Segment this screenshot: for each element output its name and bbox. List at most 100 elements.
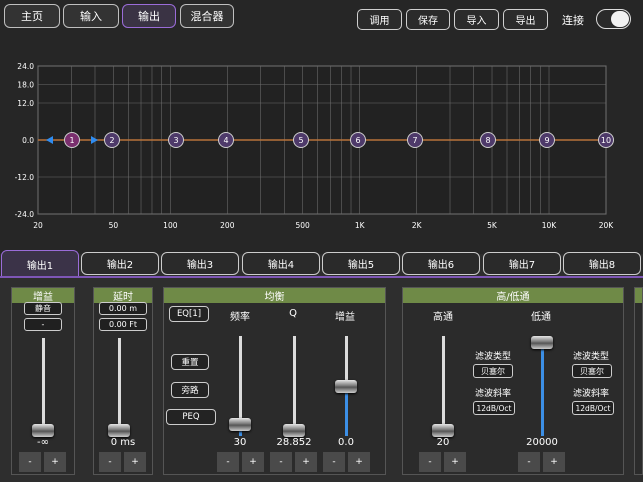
eq-graph[interactable]: 24.0 18.0 12.0 0.0 -12.0 -24.0 20 50 100 200 500 1K… xyxy=(0,36,643,254)
output-tab-8[interactable]: 输出8 xyxy=(563,252,641,275)
x-tick-label: 500 xyxy=(296,221,311,230)
band-marker-label: 9 xyxy=(544,136,549,145)
q-minus-button[interactable]: - xyxy=(270,452,292,472)
eq-panel: 均衡 EQ[1] 频率 Q 增益 重置 旁路 PEQ 30 - + 28.852… xyxy=(163,287,386,475)
gain-slider-track[interactable] xyxy=(42,338,45,436)
hp-filter-slope-label: 滤波斜率 xyxy=(474,389,511,399)
output-tab-4[interactable]: 输出4 xyxy=(242,252,320,275)
band-marker-label: 10 xyxy=(601,136,611,145)
eq-curve-plot[interactable]: 24.0 18.0 12.0 0.0 -12.0 -24.0 20 50 100 200 500 1K… xyxy=(0,36,643,254)
gain-value: -∞ xyxy=(37,437,49,448)
lowpass-plus-button[interactable]: + xyxy=(543,452,565,472)
q-slider-thumb[interactable] xyxy=(283,424,305,437)
connection-label: 连接 xyxy=(562,14,584,27)
eq-gain-label: 增益 xyxy=(335,312,355,323)
x-tick-label: 5K xyxy=(487,221,498,230)
gain-slider-thumb[interactable] xyxy=(32,424,54,437)
highpass-slider-track[interactable] xyxy=(442,336,445,436)
delay-meters[interactable]: 0.00 m xyxy=(99,302,147,315)
delay-feet[interactable]: 0.00 Ft xyxy=(99,318,147,331)
output-tab-3[interactable]: 输出3 xyxy=(161,252,239,275)
delay-slider-track[interactable] xyxy=(118,338,121,436)
eq-gain-slider-thumb[interactable] xyxy=(335,380,357,393)
delay-plus-button[interactable]: + xyxy=(124,452,146,472)
save-button[interactable]: 保存 xyxy=(406,9,450,30)
y-tick-label: 12.0 xyxy=(17,99,34,108)
band-marker-label: 4 xyxy=(223,136,228,145)
hp-filter-type-label: 滤波类型 xyxy=(474,352,511,362)
y-tick-label: 0.0 xyxy=(22,136,34,145)
delay-title: 延时 xyxy=(94,288,152,303)
x-tick-label: 2K xyxy=(412,221,423,230)
x-tick-label: 10K xyxy=(542,221,558,230)
delay-slider-thumb[interactable] xyxy=(108,424,130,437)
eq-gain-value: 0.0 xyxy=(338,437,354,448)
freq-plus-button[interactable]: + xyxy=(242,452,264,472)
nav-tab-home[interactable]: 主页 xyxy=(4,4,60,28)
y-tick-label: -12.0 xyxy=(15,173,35,182)
eq-gain-plus-button[interactable]: + xyxy=(348,452,370,472)
filter-panel: 高/低通 高通 低通 20 - + 滤波类型 贝塞尔 滤波斜率 12dB/Oct… xyxy=(402,287,624,475)
eq-gain-slider-fill xyxy=(345,386,348,436)
output-tab-6[interactable]: 输出6 xyxy=(402,252,480,275)
reset-button[interactable]: 重置 xyxy=(171,354,209,370)
filter-title: 高/低通 xyxy=(403,288,623,303)
highpass-value: 20 xyxy=(436,437,450,448)
x-tick-label: 100 xyxy=(163,221,178,230)
export-button[interactable]: 导出 xyxy=(503,9,548,30)
band-marker-label: 6 xyxy=(355,136,360,145)
y-tick-label: 24.0 xyxy=(17,62,34,71)
nav-tab-output[interactable]: 输出 xyxy=(122,4,176,28)
delay-minus-button[interactable]: - xyxy=(99,452,121,472)
lowpass-minus-button[interactable]: - xyxy=(518,452,540,472)
next-panel-partial xyxy=(634,287,643,475)
lowpass-label: 低通 xyxy=(531,312,551,323)
delay-panel: 延时 0.00 m 0.00 Ft 0 ms - + xyxy=(93,287,153,475)
q-plus-button[interactable]: + xyxy=(295,452,317,472)
phase-button[interactable]: - xyxy=(24,318,62,331)
x-tick-label: 20K xyxy=(599,221,615,230)
gain-title: 增益 xyxy=(12,288,74,303)
import-button[interactable]: 导入 xyxy=(454,9,499,30)
output-tab-5[interactable]: 输出5 xyxy=(322,252,400,275)
eq-gain-minus-button[interactable]: - xyxy=(323,452,345,472)
highpass-minus-button[interactable]: - xyxy=(419,452,441,472)
nav-tab-mixer[interactable]: 混合器 xyxy=(180,4,234,28)
freq-minus-button[interactable]: - xyxy=(217,452,239,472)
output-tabs: 输出1 输出2 输出3 输出4 输出5 输出6 输出7 输出8 xyxy=(0,250,643,278)
output-tab-7[interactable]: 输出7 xyxy=(483,252,561,275)
freq-value: 30 xyxy=(233,437,247,448)
q-value: 28.852 xyxy=(276,437,312,448)
peq-button[interactable]: PEQ xyxy=(166,409,216,425)
q-label: Q xyxy=(289,308,297,319)
lp-filter-type-label: 滤波类型 xyxy=(572,352,609,362)
highpass-label: 高通 xyxy=(433,312,453,323)
lp-filter-slope-select[interactable]: 12dB/Oct xyxy=(572,401,614,415)
q-slider-track[interactable] xyxy=(293,336,296,436)
gain-panel: 增益 静音 - -∞ - + xyxy=(11,287,75,475)
freq-slider-thumb[interactable] xyxy=(229,418,251,431)
top-bar: 主页 输入 输出 混合器 调用 保存 导入 导出 连接 xyxy=(0,0,643,36)
hp-filter-slope-select[interactable]: 12dB/Oct xyxy=(473,401,515,415)
mute-button[interactable]: 静音 xyxy=(24,302,62,315)
gain-plus-button[interactable]: + xyxy=(44,452,66,472)
highpass-plus-button[interactable]: + xyxy=(444,452,466,472)
recall-button[interactable]: 调用 xyxy=(357,9,402,30)
band-marker-label: 5 xyxy=(298,136,303,145)
lowpass-slider-thumb[interactable] xyxy=(531,336,553,349)
next-panel-header xyxy=(635,288,642,303)
gain-minus-button[interactable]: - xyxy=(19,452,41,472)
nav-tab-input[interactable]: 输入 xyxy=(63,4,119,28)
band-marker-label: 1 xyxy=(69,136,74,145)
output-tab-1[interactable]: 输出1 xyxy=(1,250,79,277)
band-marker-label: 8 xyxy=(485,136,490,145)
tab-underline xyxy=(0,276,643,278)
lp-filter-type-select[interactable]: 贝塞尔 xyxy=(572,364,612,378)
highpass-slider-thumb[interactable] xyxy=(432,424,454,437)
hp-filter-type-select[interactable]: 贝塞尔 xyxy=(473,364,513,378)
bypass-button[interactable]: 旁路 xyxy=(171,382,209,398)
output-tab-2[interactable]: 输出2 xyxy=(81,252,159,275)
connection-toggle[interactable] xyxy=(596,9,631,29)
eq-band-selector[interactable]: EQ[1] xyxy=(169,306,209,322)
x-tick-label: 50 xyxy=(109,221,119,230)
